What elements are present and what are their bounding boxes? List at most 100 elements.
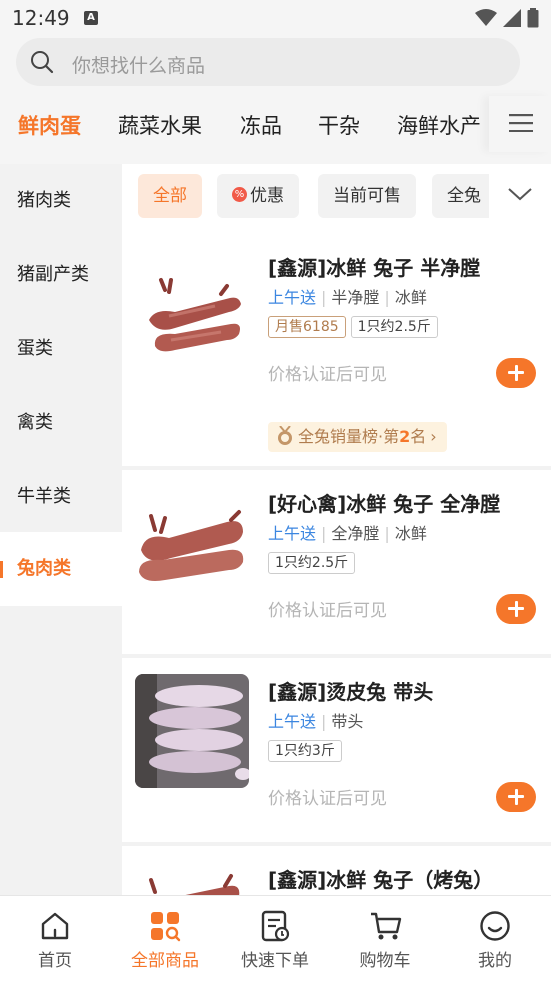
quick-order-icon: [261, 910, 290, 942]
divider: |: [321, 524, 327, 543]
sidebar-item-pork[interactable]: 猪肉类: [0, 164, 122, 238]
signal-icon: [503, 9, 521, 27]
product-image[interactable]: [135, 250, 249, 364]
spec-badge: 1只约2.5斤: [350, 316, 438, 338]
sales-rank-badge[interactable]: 全兔销量榜·第2名 ›: [268, 422, 447, 452]
product-title: [鑫源]冰鲜 兔子（烤兔）: [268, 868, 494, 892]
divider: |: [321, 712, 327, 731]
sidebar-item-beef-lamb[interactable]: 牛羊类: [0, 460, 122, 534]
add-to-cart-button[interactable]: [496, 782, 536, 812]
filter-available[interactable]: 当前可售: [318, 174, 416, 218]
product-tags: 上午送 | 半净膛 | 冰鲜: [268, 284, 427, 308]
price-note: 价格认证后可见: [268, 789, 387, 809]
filter-all-label: 全部: [153, 186, 187, 206]
product-card[interactable]: [鑫源]冰鲜 兔子（烤兔）: [122, 846, 551, 895]
filter-whole-rabbit[interactable]: 全兔: [432, 174, 496, 218]
nav-profile-label: 我的: [478, 951, 512, 971]
nav-profile[interactable]: 我的: [440, 896, 550, 981]
divider: |: [321, 288, 327, 307]
delivery-tag: 上午送: [268, 712, 317, 731]
product-tag: 带头: [331, 712, 364, 731]
category-tabs: 鲜肉蛋 蔬菜水果 冻品 干杂 海鲜水产: [0, 104, 490, 148]
nav-all-products-label: 全部商品: [131, 951, 199, 971]
cart-icon: [371, 912, 402, 940]
bottom-nav: 首页 全部商品 快速下单 购物车 我的: [0, 895, 551, 981]
sidebar-item-rabbit[interactable]: 兔肉类: [0, 532, 122, 606]
scalded-rabbit-image: [135, 674, 249, 788]
delivery-tag: 上午送: [268, 524, 317, 543]
divider: |: [384, 288, 390, 307]
notification-icon: A: [84, 11, 98, 25]
price-note: 价格认证后可见: [268, 601, 387, 621]
status-bar: 12:49 A: [0, 0, 551, 36]
product-image[interactable]: [135, 862, 249, 895]
nav-quick-order[interactable]: 快速下单: [220, 896, 330, 981]
menu-icon: [509, 114, 533, 132]
profile-icon: [480, 911, 510, 941]
medal-icon: [278, 425, 292, 445]
category-icon: [151, 912, 181, 942]
category-menu-button[interactable]: [489, 96, 551, 152]
rabbit-carcass-image: [135, 862, 249, 895]
discount-icon: %: [232, 187, 247, 202]
sidebar-item-pork-byproducts[interactable]: 猪副产类: [0, 238, 122, 312]
product-image[interactable]: [135, 486, 249, 600]
product-tags: 上午送 | 带头: [268, 708, 363, 732]
product-card[interactable]: [好心禽]冰鲜 兔子 全净膛 上午送 | 全净膛 | 冰鲜 1只约2.5斤 价格认证后可…: [122, 470, 551, 654]
home-icon: [41, 912, 69, 940]
tab-fresh-meat-eggs[interactable]: 鲜肉蛋: [18, 110, 81, 140]
tab-frozen[interactable]: 冻品: [240, 110, 282, 140]
filter-all[interactable]: 全部: [138, 174, 202, 218]
nav-all-products[interactable]: 全部商品: [110, 896, 220, 981]
spec-badge: 1只约2.5斤: [268, 552, 356, 574]
search-input[interactable]: 你想找什么商品: [16, 38, 520, 86]
nav-home[interactable]: 首页: [0, 896, 110, 981]
filter-bar: 全部 % 优惠 当前可售 全兔: [122, 164, 551, 234]
spec-badge: 1只约3斤: [268, 740, 342, 762]
status-icons: [475, 8, 539, 28]
tab-vegetables-fruits[interactable]: 蔬菜水果: [118, 110, 202, 140]
rabbit-carcass-image: [135, 486, 249, 600]
product-badges: 1只约2.5斤: [268, 552, 356, 574]
product-tag: 全净膛: [331, 524, 380, 543]
product-card[interactable]: [鑫源]冰鲜 兔子 半净膛 上午送 | 半净膛 | 冰鲜 月售6185 1只约2.5斤 …: [122, 234, 551, 466]
product-tag: 半净膛: [331, 288, 380, 307]
filter-expand-button[interactable]: [489, 164, 551, 230]
wifi-icon: [475, 9, 497, 26]
product-title: [好心禽]冰鲜 兔子 全净膛: [268, 492, 501, 516]
rank-prefix: 全兔销量榜·第: [298, 427, 400, 446]
search-placeholder: 你想找什么商品: [72, 55, 206, 77]
add-to-cart-button[interactable]: [496, 594, 536, 624]
product-title: [鑫源]冰鲜 兔子 半净膛: [268, 256, 481, 280]
product-tags: 上午送 | 全净膛 | 冰鲜: [268, 520, 427, 544]
filter-available-label: 当前可售: [333, 186, 401, 206]
tab-dry-goods[interactable]: 干杂: [318, 110, 360, 140]
nav-cart[interactable]: 购物车: [330, 896, 440, 981]
delivery-tag: 上午送: [268, 288, 317, 307]
add-to-cart-button[interactable]: [496, 358, 536, 388]
status-time: 12:49: [12, 6, 70, 30]
rank-suffix: 名: [410, 427, 427, 446]
product-list: [鑫源]冰鲜 兔子 半净膛 上午送 | 半净膛 | 冰鲜 月售6185 1只约2.5斤 …: [122, 234, 551, 895]
chevron-right-icon: ›: [430, 427, 437, 446]
sidebar-item-eggs[interactable]: 蛋类: [0, 312, 122, 386]
product-title: [鑫源]烫皮兔 带头: [268, 680, 434, 704]
battery-icon: [527, 8, 539, 28]
filter-whole-rabbit-label: 全兔: [447, 186, 481, 206]
product-image[interactable]: [135, 674, 249, 788]
product-tag: 冰鲜: [394, 524, 427, 543]
sidebar-item-poultry[interactable]: 禽类: [0, 386, 122, 460]
chevron-down-icon: [508, 188, 532, 201]
search-icon: [31, 51, 54, 74]
product-card[interactable]: [鑫源]烫皮兔 带头 上午送 | 带头 1只约3斤 价格认证后可见: [122, 658, 551, 842]
nav-cart-label: 购物车: [359, 951, 411, 971]
rabbit-carcass-image: [135, 250, 249, 364]
rank-number: 2: [399, 427, 411, 446]
nav-quick-order-label: 快速下单: [241, 951, 309, 971]
sales-badge: 月售6185: [268, 316, 346, 338]
nav-home-label: 首页: [38, 951, 72, 971]
tab-seafood[interactable]: 海鲜水产: [397, 110, 481, 140]
header: 你想找什么商品 鲜肉蛋 蔬菜水果 冻品 干杂 海鲜水产: [0, 36, 551, 164]
sidebar: 猪肉类 猪副产类 蛋类 禽类 牛羊类 兔肉类: [0, 164, 122, 895]
filter-discount[interactable]: % 优惠: [217, 174, 299, 218]
